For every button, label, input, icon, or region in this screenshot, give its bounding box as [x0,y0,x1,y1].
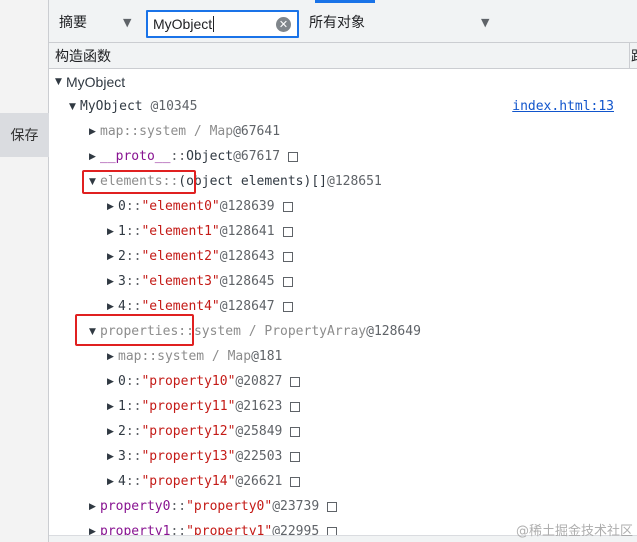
collapsed-triangle-icon[interactable]: ▶ [89,152,99,162]
reveal-object-icon[interactable] [282,226,293,237]
collapsed-triangle-icon[interactable]: ▶ [89,127,99,137]
expanded-triangle-icon[interactable]: ▼ [55,77,65,87]
tree-row-instance[interactable]: ▼ MyObject @10345 index.html:13 [49,94,637,119]
view-mode-select[interactable]: 摘要 ▼ [49,8,141,36]
reveal-object-icon[interactable] [290,401,301,412]
column-header-distance[interactable]: 距 [629,43,637,69]
tree-row-proto[interactable]: ▶ __proto__ :: Object @67617 [49,144,637,169]
tree-row-property[interactable]: ▶ 4 :: "property14" @26621 [49,469,637,494]
tree-row-root[interactable]: ▼ MyObject [49,69,637,94]
tree-row-element[interactable]: ▶ 2 :: "element2" @128643 [49,244,637,269]
dropdown-arrow-icon: ▼ [123,16,132,29]
class-filter-value: MyObject [153,16,213,32]
tree-row-property[interactable]: ▶ 0 :: "property10" @20827 [49,369,637,394]
highlight-box-elements [82,170,196,194]
collapsed-triangle-icon[interactable]: ▶ [107,302,117,312]
collapsed-triangle-icon[interactable]: ▶ [107,352,117,362]
toolbar: 摘要 ▼ MyObject ✕ 所有对象 ▼ [49,0,637,43]
save-button[interactable]: 保存 [0,113,49,157]
tree-row-element[interactable]: ▶ 1 :: "element1" @128641 [49,219,637,244]
class-filter-input[interactable]: MyObject ✕ [146,10,299,38]
view-mode-label: 摘要 [59,15,87,31]
text-cursor [213,16,215,32]
expanded-triangle-icon[interactable]: ▼ [69,102,79,112]
collapsed-triangle-icon[interactable]: ▶ [107,452,117,462]
reveal-object-icon[interactable] [290,376,301,387]
clear-icon[interactable]: ✕ [276,17,291,32]
collapsed-triangle-icon[interactable]: ▶ [89,527,99,536]
tree-row-property0[interactable]: ▶ property0 :: "property0" @23739 [49,494,637,519]
collapsed-triangle-icon[interactable]: ▶ [107,252,117,262]
reveal-object-icon[interactable] [282,301,293,312]
tree-row-properties-map[interactable]: ▶ map :: system / Map @181 [49,344,637,369]
reveal-object-icon[interactable] [282,276,293,287]
column-header-label: 构造函数 [55,48,111,65]
collapsed-triangle-icon[interactable]: ▶ [89,502,99,512]
reveal-object-icon[interactable] [282,251,293,262]
reveal-object-icon[interactable] [327,526,338,535]
dropdown-arrow-icon: ▼ [481,16,490,29]
source-link[interactable]: index.html:13 [512,99,614,114]
tree-row-element[interactable]: ▶ 3 :: "element3" @128645 [49,269,637,294]
reveal-object-icon[interactable] [290,426,301,437]
collapsed-triangle-icon[interactable]: ▶ [107,427,117,437]
reveal-object-icon[interactable] [327,501,338,512]
collapsed-triangle-icon[interactable]: ▶ [107,377,117,387]
collapsed-triangle-icon[interactable]: ▶ [107,477,117,487]
reveal-object-icon[interactable] [290,451,301,462]
tree-row-property[interactable]: ▶ 2 :: "property12" @25849 [49,419,637,444]
collapsed-triangle-icon[interactable]: ▶ [107,202,117,212]
watermark: @稀土掘金技术社区 [515,524,633,539]
heap-tree: ▼ MyObject ▼ MyObject @10345 index.html:13… [49,69,637,535]
highlight-box-properties [75,314,194,346]
collapsed-triangle-icon[interactable]: ▶ [107,227,117,237]
collapsed-triangle-icon[interactable]: ▶ [107,277,117,287]
objects-filter-label: 所有对象 [309,15,365,31]
tree-row-element[interactable]: ▶ 0 :: "element0" @128639 [49,194,637,219]
collapsed-triangle-icon[interactable]: ▶ [107,402,117,412]
reveal-object-icon[interactable] [290,476,301,487]
tree-row-property[interactable]: ▶ 3 :: "property13" @22503 [49,444,637,469]
column-header-constructor[interactable]: 构造函数 距 [49,43,637,69]
active-tab-indicator [315,0,375,3]
objects-filter-select[interactable]: 所有对象 ▼ [301,8,501,36]
tree-row-property[interactable]: ▶ 1 :: "property11" @21623 [49,394,637,419]
reveal-object-icon[interactable] [282,201,293,212]
tree-row-map[interactable]: ▶ map :: system / Map @67641 [49,119,637,144]
left-panel: 保存 [0,0,49,542]
reveal-object-icon[interactable] [288,151,299,162]
